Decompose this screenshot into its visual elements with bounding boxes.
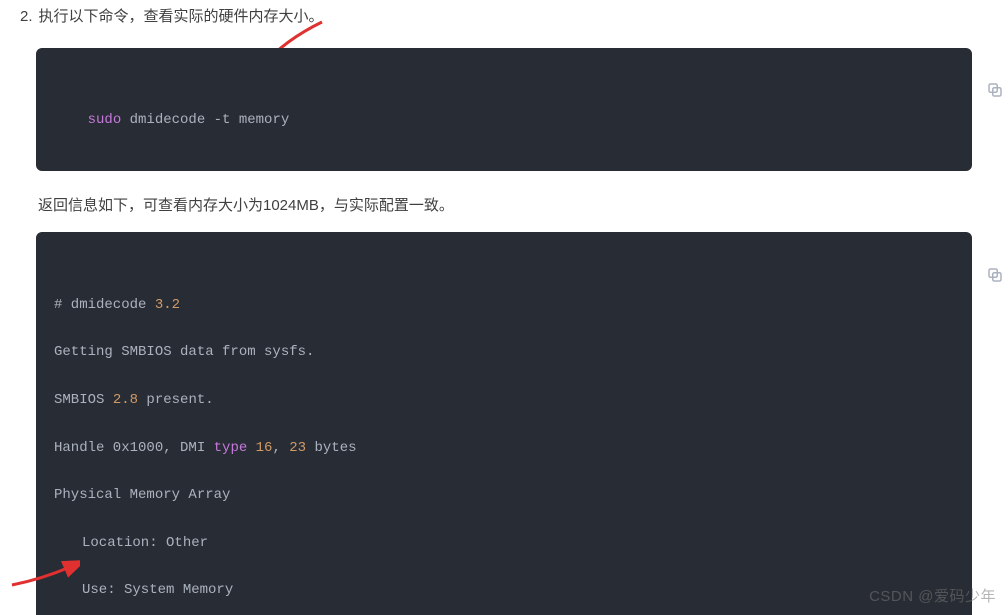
out-line: Location: Other bbox=[54, 532, 954, 556]
result-description: 返回信息如下，可查看内存大小为1024MB，与实际配置一致。 bbox=[0, 187, 1008, 233]
cmd-sudo: sudo bbox=[88, 112, 122, 128]
copy-icon[interactable] bbox=[936, 58, 958, 80]
copy-icon[interactable] bbox=[936, 242, 958, 264]
step-text: 执行以下命令，查看实际的硬件内存大小。 bbox=[39, 4, 324, 30]
watermark: CSDN @爱码少年 bbox=[869, 584, 996, 610]
output-code-block: # dmidecode 3.2 Getting SMBIOS data from… bbox=[36, 232, 972, 615]
step-number: 2. bbox=[20, 4, 33, 30]
out-line: Physical Memory Array bbox=[54, 484, 954, 508]
out-line: # dmidecode 3.2 bbox=[54, 294, 954, 318]
cmd-rest: dmidecode -t memory bbox=[121, 112, 289, 128]
out-line: Use: System Memory bbox=[54, 579, 954, 603]
step-description: 2. 执行以下命令，查看实际的硬件内存大小。 bbox=[0, 0, 1008, 48]
command-code-block: sudo dmidecode -t memory bbox=[36, 48, 972, 171]
out-line: SMBIOS 2.8 present. bbox=[54, 389, 954, 413]
out-line: Handle 0x1000, DMI type 16, 23 bytes bbox=[54, 437, 954, 461]
out-line: Getting SMBIOS data from sysfs. bbox=[54, 341, 954, 365]
